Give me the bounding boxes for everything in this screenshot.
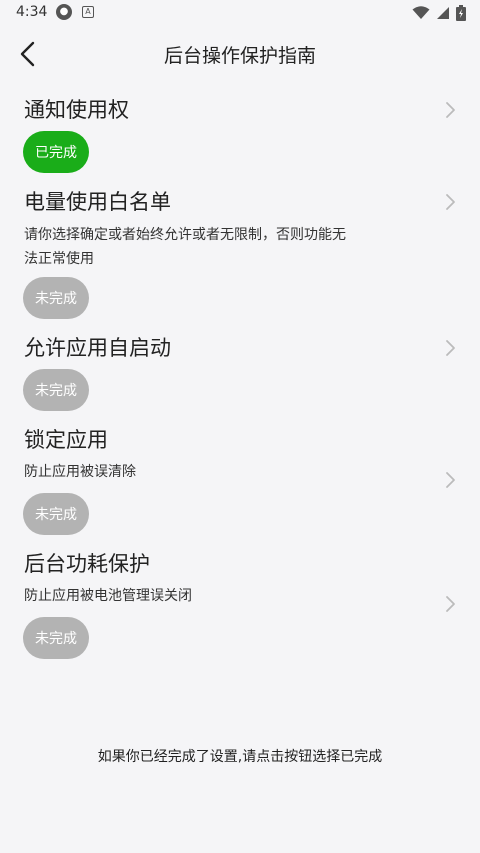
item-title: 允许应用自启动 — [24, 336, 171, 360]
guide-item-background-power[interactable]: 后台功耗保护 防止应用被电池管理误关闭 未完成 — [0, 542, 480, 666]
item-title: 通知使用权 — [24, 98, 129, 122]
chevron-right-icon — [446, 596, 455, 612]
guide-item-auto-start[interactable]: 允许应用自启动 未完成 — [0, 326, 480, 418]
status-right-icons — [412, 5, 466, 21]
item-title: 锁定应用 — [24, 428, 108, 452]
battery-charging-icon — [456, 5, 466, 21]
status-badge[interactable]: 未完成 — [23, 493, 89, 535]
signal-icon — [437, 7, 449, 19]
guide-item-notification-access[interactable]: 通知使用权 已完成 — [0, 88, 480, 180]
status-badge[interactable]: 未完成 — [23, 369, 89, 411]
status-bar: 4:34 ● A — [0, 0, 480, 26]
wifi-icon — [412, 6, 430, 19]
accessibility-a-icon: A — [82, 6, 94, 18]
chevron-right-icon — [446, 102, 455, 118]
status-time: 4:34 — [16, 4, 48, 20]
item-description: 请你选择确定或者始终允许或者无限制，否则功能无法正常使用 — [24, 227, 346, 267]
item-title: 后台功耗保护 — [24, 552, 150, 576]
chevron-right-icon — [446, 194, 455, 210]
item-description: 防止应用被误清除 — [24, 464, 136, 480]
page-title: 后台操作保护指南 — [163, 45, 316, 67]
notification-round-icon: ● — [56, 4, 72, 20]
footer-hint: 如果你已经完成了设置,请点击按钮选择已完成 — [97, 749, 383, 765]
chevron-right-icon — [446, 472, 455, 488]
item-title: 电量使用白名单 — [24, 190, 171, 214]
item-description: 防止应用被电池管理误关闭 — [24, 588, 192, 604]
guide-item-lock-app[interactable]: 锁定应用 防止应用被误清除 未完成 — [0, 418, 480, 542]
header: 后台操作保护指南 — [0, 26, 480, 82]
status-badge[interactable]: 已完成 — [23, 131, 89, 173]
chevron-right-icon — [446, 340, 455, 356]
status-badge[interactable]: 未完成 — [23, 277, 89, 319]
status-badge[interactable]: 未完成 — [23, 617, 89, 659]
screen: 4:34 ● A 后台操作保护指南 通知使用权 已完成 电量使用白名单 请你选择… — [0, 0, 480, 853]
guide-item-battery-whitelist[interactable]: 电量使用白名单 请你选择确定或者始终允许或者无限制，否则功能无法正常使用 未完成 — [0, 180, 480, 326]
